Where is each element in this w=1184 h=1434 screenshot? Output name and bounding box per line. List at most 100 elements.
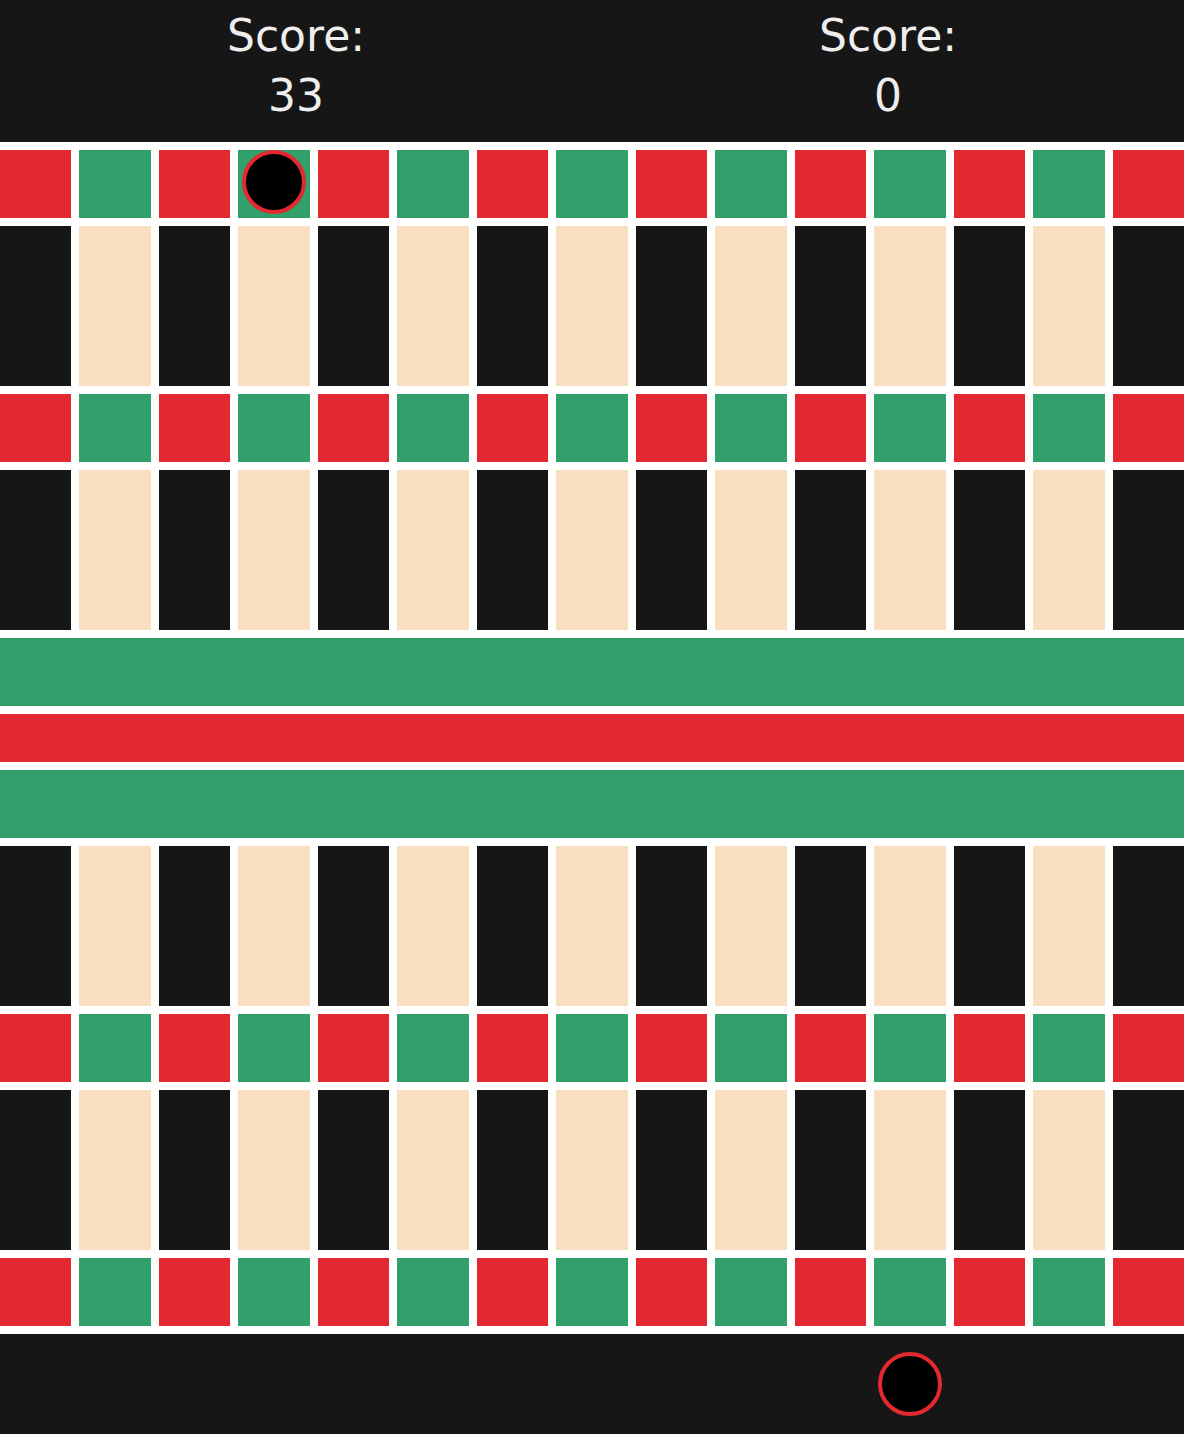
road-segment bbox=[477, 846, 548, 1006]
road-segment bbox=[0, 846, 71, 1006]
tile bbox=[556, 1258, 627, 1326]
road-segment bbox=[636, 470, 707, 630]
tile bbox=[397, 1258, 468, 1326]
tile bbox=[954, 1014, 1025, 1082]
road-segment bbox=[795, 1090, 866, 1250]
tile bbox=[954, 150, 1025, 218]
road-segment bbox=[318, 846, 389, 1006]
road-segment bbox=[874, 846, 945, 1006]
tile bbox=[1113, 150, 1184, 218]
tile bbox=[715, 1258, 786, 1326]
road-segment bbox=[715, 226, 786, 386]
tile bbox=[715, 1014, 786, 1082]
tile bbox=[159, 150, 230, 218]
road-segment bbox=[954, 1090, 1025, 1250]
tile bbox=[874, 1258, 945, 1326]
tile bbox=[397, 1014, 468, 1082]
road-segment bbox=[1113, 846, 1184, 1006]
tile bbox=[79, 1014, 150, 1082]
tile bbox=[1113, 394, 1184, 462]
tile bbox=[397, 150, 468, 218]
road-row bbox=[0, 470, 1184, 630]
road-segment bbox=[477, 470, 548, 630]
road-segment bbox=[795, 226, 866, 386]
tile bbox=[238, 1014, 309, 1082]
road-segment bbox=[397, 470, 468, 630]
road-segment bbox=[79, 470, 150, 630]
tile bbox=[477, 1258, 548, 1326]
road-segment bbox=[238, 846, 309, 1006]
game-screen: Score:33Score:0 bbox=[0, 0, 1184, 1434]
road-segment bbox=[1033, 226, 1104, 386]
safe-band bbox=[0, 770, 1184, 838]
tile bbox=[874, 394, 945, 462]
road-segment bbox=[1033, 470, 1104, 630]
score-bar: Score:33Score:0 bbox=[0, 0, 1184, 142]
road-segment bbox=[954, 226, 1025, 386]
tile bbox=[397, 394, 468, 462]
tile-row bbox=[0, 150, 1184, 218]
tile bbox=[0, 150, 71, 218]
road-segment bbox=[954, 846, 1025, 1006]
tile bbox=[954, 1258, 1025, 1326]
tile bbox=[477, 150, 548, 218]
tile-row bbox=[0, 394, 1184, 462]
road-segment bbox=[1113, 1090, 1184, 1250]
road-segment bbox=[318, 226, 389, 386]
road-segment bbox=[1113, 470, 1184, 630]
tile bbox=[636, 394, 707, 462]
player-token[interactable] bbox=[242, 150, 306, 214]
score-label: Score: bbox=[819, 6, 957, 66]
road-segment bbox=[636, 1090, 707, 1250]
tile bbox=[556, 150, 627, 218]
score-label: Score: bbox=[227, 6, 365, 66]
road-segment bbox=[715, 846, 786, 1006]
tile bbox=[318, 394, 389, 462]
tile bbox=[1033, 1014, 1104, 1082]
tile bbox=[1033, 150, 1104, 218]
road-segment bbox=[795, 470, 866, 630]
road-segment bbox=[1033, 1090, 1104, 1250]
road-segment bbox=[397, 1090, 468, 1250]
road-segment bbox=[715, 470, 786, 630]
tile bbox=[715, 394, 786, 462]
tile bbox=[0, 1258, 71, 1326]
tile bbox=[318, 1258, 389, 1326]
road-segment bbox=[0, 1090, 71, 1250]
tile bbox=[159, 1014, 230, 1082]
tile bbox=[636, 1014, 707, 1082]
tile bbox=[795, 1014, 866, 1082]
home-bar bbox=[0, 1334, 1184, 1434]
tile bbox=[318, 1014, 389, 1082]
tile bbox=[477, 1014, 548, 1082]
road-segment bbox=[636, 846, 707, 1006]
road-row bbox=[0, 226, 1184, 386]
road-segment bbox=[79, 226, 150, 386]
road-segment bbox=[159, 226, 230, 386]
road-segment bbox=[477, 1090, 548, 1250]
tile bbox=[556, 1014, 627, 1082]
road-row bbox=[0, 846, 1184, 1006]
road-segment bbox=[874, 1090, 945, 1250]
tile bbox=[954, 394, 1025, 462]
road-segment bbox=[556, 1090, 627, 1250]
player-token[interactable] bbox=[878, 1352, 942, 1416]
divider-strip bbox=[0, 714, 1184, 762]
road-segment bbox=[159, 1090, 230, 1250]
road-segment bbox=[0, 470, 71, 630]
road-segment bbox=[238, 226, 309, 386]
board bbox=[0, 142, 1184, 1334]
tile bbox=[477, 394, 548, 462]
road-segment bbox=[874, 226, 945, 386]
score-value: 33 bbox=[268, 66, 324, 126]
tile bbox=[1033, 394, 1104, 462]
tile bbox=[79, 150, 150, 218]
road-segment bbox=[477, 226, 548, 386]
tile bbox=[238, 394, 309, 462]
road-segment bbox=[159, 846, 230, 1006]
safe-band bbox=[0, 638, 1184, 706]
score-panel: Score:33 bbox=[0, 0, 592, 142]
road-segment bbox=[397, 846, 468, 1006]
tile bbox=[795, 150, 866, 218]
tile bbox=[238, 1258, 309, 1326]
